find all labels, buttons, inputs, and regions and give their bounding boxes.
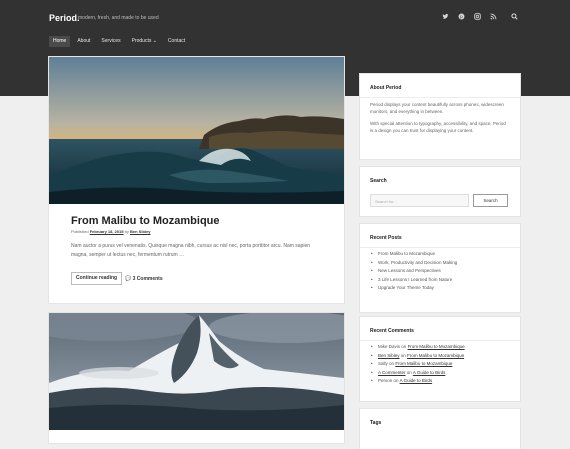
- published-label: Published: [71, 229, 89, 234]
- list-item: Mike Davis on From Malibu to Mozambique: [370, 343, 510, 352]
- divider: [360, 247, 520, 248]
- by-label: by: [124, 229, 129, 234]
- search-button[interactable]: Search: [473, 194, 508, 207]
- post-author-link[interactable]: Ben Sibley: [130, 229, 150, 234]
- post-featured-image[interactable]: [49, 313, 344, 430]
- search-icon[interactable]: [511, 13, 518, 23]
- list-item[interactable]: Work, Productivity and Decision Making: [370, 259, 510, 268]
- about-widget: About Period Period displays your conten…: [360, 74, 520, 159]
- divider: [360, 97, 520, 98]
- widget-title: Search: [370, 178, 387, 184]
- recent-comments-list: Mike Davis on From Malibu to Mozambique …: [370, 343, 510, 386]
- widget-title: About Period: [370, 85, 402, 91]
- list-item[interactable]: From Malibu to Mozambique: [370, 250, 510, 259]
- post-card: [49, 313, 344, 443]
- recent-comments-widget: Recent Comments Mike Davis on From Malib…: [360, 317, 520, 401]
- recent-posts-widget: Recent Posts From Malibu to Mozambique W…: [360, 224, 520, 312]
- nav-about[interactable]: About: [73, 36, 94, 47]
- post-title[interactable]: From Malibu to Mozambique: [71, 215, 220, 227]
- comment-post-link[interactable]: From Malibu to Mozambique: [407, 353, 464, 358]
- comment-post-link[interactable]: A Guide to Birds: [413, 370, 446, 375]
- search-widget: Search Search for... Search: [360, 167, 520, 216]
- comment-author: Mike Davis: [378, 344, 401, 349]
- list-item: A Commenter on A Guide to Birds: [370, 369, 510, 378]
- list-item[interactable]: New Lessons and Perspectives: [370, 267, 510, 276]
- twitter-icon[interactable]: [442, 13, 449, 23]
- social-icons: p: [442, 13, 518, 23]
- list-item: Ben Sibley on From Malibu to Mozambique: [370, 352, 510, 361]
- pinterest-icon[interactable]: p: [458, 13, 465, 23]
- site-tagline: modern, fresh, and made to be used: [78, 15, 159, 21]
- comment-icon: 💬: [125, 276, 132, 282]
- continue-reading-button[interactable]: Continue reading: [71, 272, 123, 285]
- comment-author-link[interactable]: A Commenter: [378, 370, 406, 375]
- widget-title: Recent Comments: [370, 328, 414, 334]
- recent-posts-list: From Malibu to Mozambique Work, Producti…: [370, 250, 510, 293]
- main-nav: Home About Services Products ⌄ Contact: [49, 36, 192, 47]
- svg-text:p: p: [460, 14, 463, 19]
- nav-products[interactable]: Products ⌄: [128, 36, 161, 47]
- site-logo[interactable]: Period.: [49, 13, 80, 23]
- divider: [360, 340, 520, 341]
- post-comments-link[interactable]: 💬 3 Comments: [125, 276, 163, 282]
- comment-author-link[interactable]: Ben Sibley: [378, 353, 400, 358]
- rss-icon[interactable]: [490, 13, 497, 23]
- comment-author: Person: [378, 378, 393, 383]
- list-item: Sally on From Malibu to Mozambique: [370, 360, 510, 369]
- post-card: From Malibu to Mozambique Published Febr…: [49, 57, 344, 303]
- instagram-icon[interactable]: [474, 13, 481, 23]
- about-text: With special attention to typography, ac…: [370, 121, 506, 133]
- nav-contact[interactable]: Contact: [164, 36, 189, 47]
- list-item[interactable]: Upgrade Your Theme Today: [370, 284, 510, 293]
- comment-post-link[interactable]: A Guide to Birds: [400, 378, 433, 383]
- list-item: Person on A Guide to Birds: [370, 377, 510, 386]
- nav-services[interactable]: Services: [97, 36, 124, 47]
- tags-widget: Tags: [360, 409, 520, 449]
- search-input[interactable]: Search for...: [370, 194, 469, 207]
- list-item[interactable]: 3 Life Lessons I Learned from Nature: [370, 276, 510, 285]
- post-excerpt: Nam auctor a purus vel venenatis. Quisqu…: [71, 243, 311, 258]
- comment-post-link[interactable]: From Malibu to Mozambique: [408, 344, 465, 349]
- widget-title: Tags: [370, 420, 382, 426]
- comment-author: Sally: [378, 361, 388, 366]
- about-text: Period displays your content beautifully…: [370, 102, 504, 114]
- post-meta: Published February 18, 2015 by Ben Sible…: [71, 229, 150, 234]
- comment-post-link[interactable]: From Malibu to Mozambique: [395, 361, 452, 366]
- post-date-link[interactable]: February 18, 2015: [90, 229, 124, 234]
- nav-home[interactable]: Home: [49, 36, 71, 47]
- widget-title: Recent Posts: [370, 235, 402, 241]
- comments-count: 3 Comments: [132, 276, 163, 282]
- post-featured-image[interactable]: [49, 57, 344, 204]
